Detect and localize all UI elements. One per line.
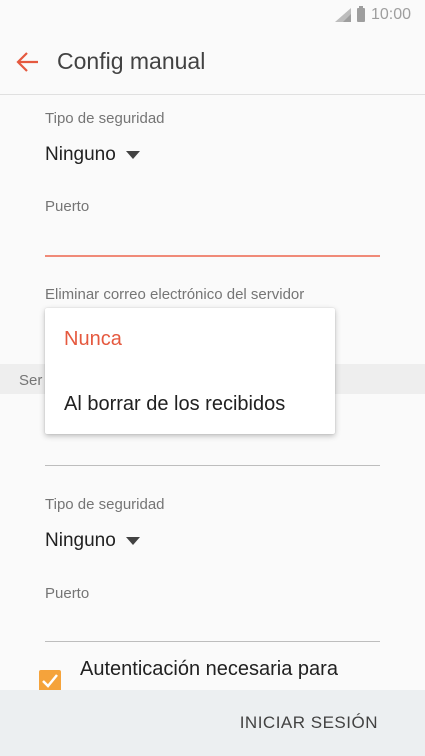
outgoing-server-underline — [45, 465, 380, 466]
outgoing-section-title: Ser — [19, 372, 43, 389]
auth-checkbox[interactable] — [39, 670, 61, 692]
back-arrow-icon[interactable] — [14, 48, 42, 76]
incoming-port-input[interactable] — [45, 224, 380, 250]
outgoing-port-label: Puerto — [45, 585, 90, 602]
signal-icon — [334, 8, 351, 22]
menu-item-on-delete-inbox[interactable]: Al borrar de los recibidos — [64, 393, 285, 416]
incoming-security-dropdown[interactable]: Ninguno — [45, 144, 140, 166]
dropdown-arrow-icon — [125, 537, 140, 545]
dropdown-arrow-icon — [125, 151, 140, 159]
outgoing-port-input[interactable] — [45, 610, 380, 636]
incoming-port-label: Puerto — [45, 198, 90, 215]
bottom-bar: INICIAR SESIÓN — [0, 690, 425, 756]
menu-item-never[interactable]: Nunca — [64, 328, 122, 351]
auth-checkbox-label: Autenticación necesaria para — [80, 658, 338, 680]
status-time: 10:00 — [370, 6, 411, 23]
login-button[interactable]: INICIAR SESIÓN — [240, 713, 378, 733]
delete-option-menu: Nunca Al borrar de los recibidos — [45, 308, 335, 434]
outgoing-security-label: Tipo de seguridad — [45, 496, 165, 513]
outgoing-security-dropdown[interactable]: Ninguno — [45, 530, 140, 552]
status-bar: 10:00 — [0, 0, 425, 30]
outgoing-port-underline — [45, 641, 380, 642]
battery-icon — [356, 6, 365, 22]
app-bar: Config manual — [0, 30, 425, 95]
incoming-security-label: Tipo de seguridad — [45, 110, 165, 127]
status-icons: 10:00 — [334, 6, 411, 24]
outgoing-security-value: Ninguno — [45, 530, 116, 551]
page-title: Config manual — [57, 48, 206, 74]
incoming-port-underline — [45, 255, 380, 257]
incoming-security-value: Ninguno — [45, 144, 116, 165]
delete-email-label: Eliminar correo electrónico del servidor — [45, 286, 305, 303]
check-icon — [42, 674, 58, 688]
